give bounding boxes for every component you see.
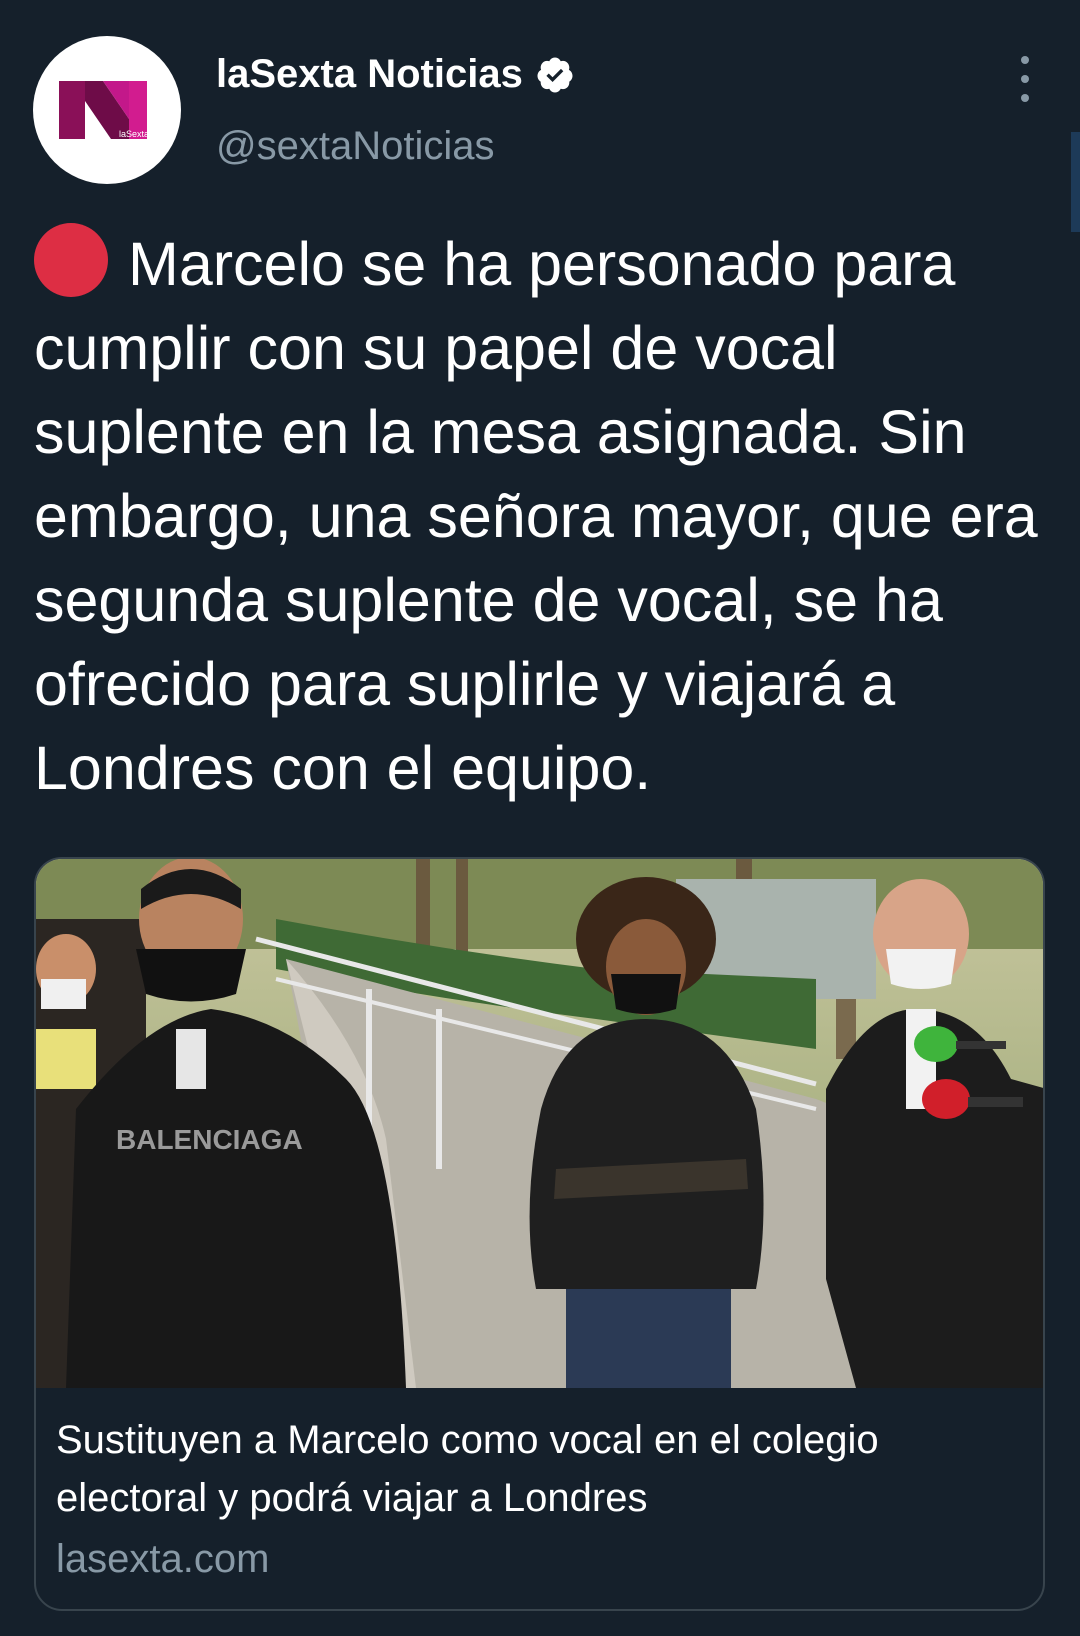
card-domain: lasexta.com bbox=[56, 1537, 270, 1581]
tweet-text: Marcelo se ha personado para cumplir con… bbox=[34, 222, 1054, 810]
more-dot bbox=[1021, 75, 1029, 83]
avatar[interactable]: laSexta bbox=[33, 36, 181, 184]
sweatshirt-text: BALENCIAGA bbox=[116, 1124, 303, 1155]
author-display-name[interactable]: laSexta Noticias bbox=[216, 52, 575, 97]
card-image[interactable]: BALENCIAGA bbox=[36, 859, 1043, 1388]
card-text[interactable]: Sustituyen a Marcelo como vocal en el co… bbox=[56, 1411, 1023, 1583]
author-name-text: laSexta Noticias bbox=[216, 52, 523, 96]
red-circle-icon bbox=[34, 223, 108, 297]
verified-badge-icon bbox=[537, 57, 573, 92]
more-dot bbox=[1021, 94, 1029, 102]
more-options-icon[interactable] bbox=[1010, 56, 1040, 102]
author-handle[interactable]: @sextaNoticias bbox=[216, 124, 494, 169]
card-photo: BALENCIAGA bbox=[36, 859, 1043, 1388]
more-dot bbox=[1021, 56, 1029, 64]
svg-text:laSexta: laSexta bbox=[119, 129, 149, 139]
link-card[interactable]: BALENCIAGA Sustituyen a Marcelo como voc… bbox=[34, 857, 1045, 1611]
tweet[interactable]: laSexta laSexta Noticias @sextaNoticias … bbox=[0, 0, 1080, 1636]
scrollbar[interactable] bbox=[1071, 132, 1080, 232]
tweet-body: Marcelo se ha personado para cumplir con… bbox=[34, 230, 1038, 802]
lasexta-logo: laSexta bbox=[59, 81, 149, 139]
card-title[interactable]: Sustituyen a Marcelo como vocal en el co… bbox=[56, 1411, 1023, 1527]
